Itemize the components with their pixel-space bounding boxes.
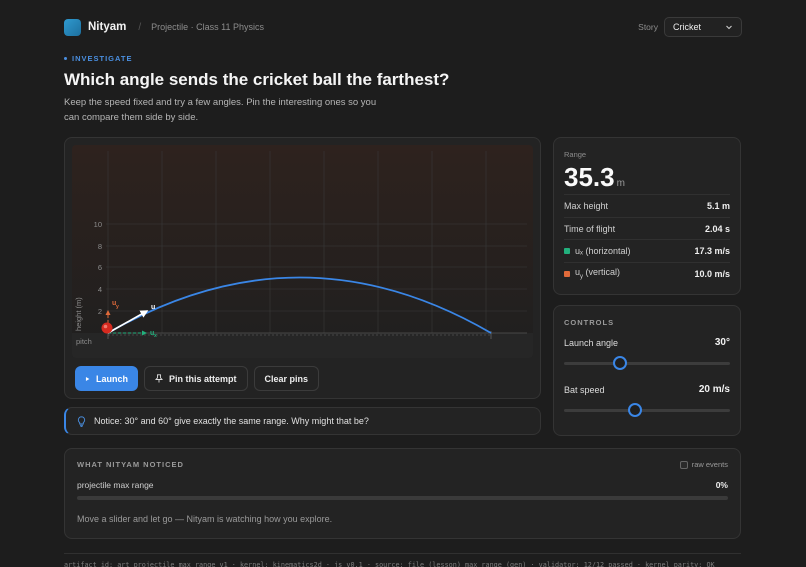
range-value: 35.3 m	[564, 162, 730, 193]
ground-strip	[72, 333, 533, 358]
sky-background	[72, 145, 533, 358]
insights-panel: WHAT NITYAM NOTICED raw events projectil…	[64, 448, 741, 539]
uy-swatch	[564, 270, 570, 277]
bat-speed-label: Bat speed	[564, 384, 605, 395]
stat-row-time-of-flight: Time of flight 2.04 s	[564, 217, 730, 239]
launch-button[interactable]: Launch	[75, 366, 138, 391]
chevron-down-icon	[726, 25, 732, 30]
lightbulb-icon	[77, 415, 86, 427]
page-title: Which angle sends the cricket ball the f…	[64, 70, 450, 89]
ux-swatch	[564, 247, 570, 254]
debug-footer: artifact_id: art_projectile_max_range_v1…	[64, 553, 741, 567]
stat-value: 10.0 m/s	[694, 268, 730, 279]
story-select-value: Cricket	[673, 22, 702, 32]
stat-label: Time of flight	[564, 223, 616, 234]
u-vector-label: u	[151, 304, 155, 311]
launch-angle-row: Launch angle 30°	[564, 337, 730, 348]
ground-label: pitch	[76, 337, 92, 346]
eyebrow-text: INVESTIGATE	[72, 54, 133, 63]
stat-row-uy: uy (vertical) 10.0 m/s	[564, 262, 730, 284]
notice-banner: Notice: 30° and 60° give exactly the sam…	[64, 407, 541, 435]
raw-events-label: raw events	[691, 460, 728, 469]
clear-pins-button[interactable]: Clear pins	[253, 366, 320, 391]
section-eyebrow: INVESTIGATE	[64, 54, 132, 63]
stat-row-max-height: Max height 5.1 m	[564, 194, 730, 216]
story-select[interactable]: Cricket	[664, 17, 742, 37]
ux-vector-subscript: x	[154, 333, 157, 339]
app-logo	[64, 18, 81, 36]
breadcrumb: Projectile · Class 11 Physics	[151, 22, 265, 32]
y-tick-label: 10	[94, 220, 102, 229]
controls-heading: CONTROLS	[564, 318, 615, 327]
ball-highlight	[103, 324, 108, 329]
bat-speed-row: Bat speed 20 m/s	[564, 384, 730, 395]
page-description: Keep the speed fixed and try a few angle…	[64, 97, 377, 123]
uy-suffix: (vertical)	[583, 267, 621, 278]
top-bar: Nityam / Projectile · Class 11 Physics S…	[64, 17, 742, 37]
stat-value: 5.1 m	[706, 200, 730, 211]
stat-row-ux: uₓ (horizontal) 17.3 m/s	[564, 239, 730, 261]
bat-speed-slider[interactable]	[564, 403, 730, 417]
range-unit: m	[616, 178, 625, 189]
cricket-ball	[101, 322, 113, 334]
metric-progress-bar	[77, 496, 728, 500]
y-axis-label: height (m)	[74, 297, 83, 331]
launch-angle-thumb[interactable]	[613, 356, 628, 370]
pin-icon	[155, 374, 163, 383]
insights-heading: WHAT NITYAM NOTICED	[77, 460, 184, 469]
insights-hint: Move a slider and let go — Nityam is wat…	[77, 514, 333, 524]
bat-speed-thumb[interactable]	[628, 403, 643, 417]
launch-angle-value: 30°	[714, 337, 730, 348]
stat-label-uy: uy (vertical)	[575, 267, 620, 280]
story-picker: Story Cricket	[638, 17, 742, 37]
simulation-card: 10 8 6 4 2 height (m) pitch u u y u x La…	[64, 137, 541, 399]
trajectory-svg: 10 8 6 4 2 height (m) pitch u u y u x	[72, 145, 533, 358]
stat-value: 2.04 s	[704, 223, 730, 234]
stat-value: 17.3 m/s	[694, 245, 730, 256]
uy-vector-subscript: y	[116, 304, 119, 310]
simulation-actions: Launch Pin this attempt Clear pins	[75, 366, 325, 391]
trajectory-plot: 10 8 6 4 2 height (m) pitch u u y u x	[72, 145, 533, 358]
range-number: 35.3	[564, 162, 615, 192]
bat-speed-value: 20 m/s	[698, 384, 730, 395]
pin-attempt-button[interactable]: Pin this attempt	[144, 366, 248, 391]
metric-label: projectile max range	[77, 480, 154, 490]
launch-angle-label: Launch angle	[564, 337, 619, 348]
y-tick-label: 4	[98, 285, 102, 294]
launch-angle-slider[interactable]	[564, 356, 730, 370]
stat-label: uₓ (horizontal)	[575, 245, 631, 256]
metric-row: projectile max range 0%	[77, 480, 728, 490]
story-label: Story	[638, 22, 658, 32]
launch-button-label: Launch	[95, 373, 128, 384]
notice-text: Notice: 30° and 60° give exactly the sam…	[94, 416, 369, 426]
brand-name: Nityam	[88, 21, 127, 33]
range-label: Range	[564, 150, 587, 159]
insights-header: WHAT NITYAM NOTICED raw events	[77, 460, 728, 469]
breadcrumb-separator: /	[138, 21, 142, 33]
clear-pins-label: Clear pins	[264, 373, 309, 384]
y-tick-label: 8	[98, 242, 102, 251]
metric-value: 0%	[715, 480, 728, 490]
pin-attempt-label: Pin this attempt	[169, 373, 237, 384]
play-icon	[85, 376, 90, 381]
y-tick-label: 6	[98, 263, 102, 272]
raw-events-toggle[interactable]: raw events	[679, 460, 728, 469]
raw-events-checkbox[interactable]	[679, 460, 688, 469]
results-panel: Range 35.3 m Max height 5.1 m Time of fli…	[553, 137, 741, 295]
stat-label: Max height	[564, 200, 609, 211]
eyebrow-dot	[64, 57, 67, 60]
y-tick-label: 2	[98, 307, 102, 316]
controls-panel: CONTROLS Launch angle 30° Bat speed 20 m…	[553, 305, 741, 436]
